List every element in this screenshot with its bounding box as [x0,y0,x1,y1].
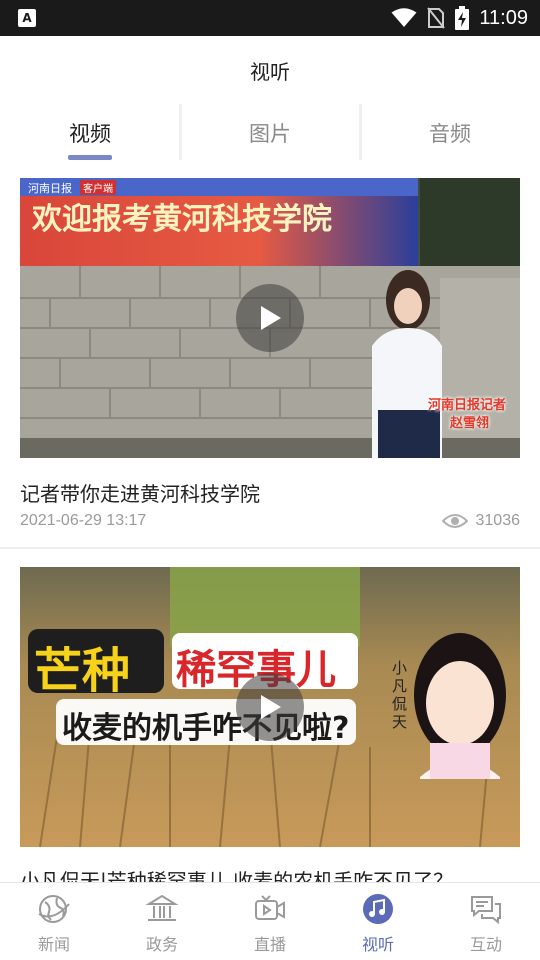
status-time: 11:09 [479,6,528,29]
no-sim-icon [427,7,446,29]
nav-item-news[interactable]: 新闻 [0,883,108,960]
video-title[interactable]: 记者带你走进黄河科技学院 [20,478,260,507]
tab-divider [359,104,362,160]
government-building-icon [144,891,180,927]
thumbnail-reporter-line1: 河南日报记者 [428,398,507,413]
tab-video[interactable]: 视频 [0,104,180,162]
nav-label-live: 直播 [253,935,286,954]
play-button[interactable] [236,284,304,352]
video-thumbnail[interactable]: 欢迎报考黄河科技学院 河南日报 客户端 河南日报记者 赵雪翎 [20,178,520,458]
video-title[interactable]: 小凡侃天|芒种稀罕事儿 收麦的农机手咋不见了？ [20,865,453,882]
nav-item-audiovisual[interactable]: 视听 [324,883,432,960]
thumbnail-banner-text: 欢迎报考黄河科技学院 [32,202,332,237]
video-thumbnail[interactable]: 芒种 稀罕事儿 收麦的机手咋不见啦? 小凡侃天 [20,567,520,847]
music-note-icon [360,891,396,927]
video-views: 31036 [441,512,521,530]
video-card[interactable]: 芒种 稀罕事儿 收麦的机手咋不见啦? 小凡侃天 小凡侃天|芒种稀罕事儿 收麦的农… [0,567,540,882]
tab-audio[interactable]: 音频 [360,104,540,162]
feed-divider [0,547,540,549]
chat-bubbles-icon [468,891,504,927]
play-icon [261,695,281,719]
tab-pictures-label: 图片 [249,122,291,146]
page-title: 视听 [250,59,290,84]
status-icons: 11:09 [391,0,528,36]
video-feed[interactable]: 欢迎报考黄河科技学院 河南日报 客户端 河南日报记者 赵雪翎 记者带你走进黄河科… [0,162,540,882]
app-notification-letter: A [22,11,32,25]
media-tabs: 视频 图片 音频 [0,104,540,162]
tab-audio-label: 音频 [429,122,471,146]
nav-label-interaction: 互动 [469,935,502,954]
video-date: 2021-06-29 13:17 [20,512,147,529]
thumbnail-reporter-line2: 赵雪翎 [450,416,490,431]
video-card[interactable]: 欢迎报考黄河科技学院 河南日报 客户端 河南日报记者 赵雪翎 记者带你走进黄河科… [0,178,540,548]
video-view-count: 31036 [475,512,521,529]
app-notification-icon: A [18,9,36,27]
play-icon [261,306,281,330]
tab-pictures[interactable]: 图片 [180,104,360,162]
battery-charging-icon [455,6,470,30]
nav-label-news: 新闻 [37,935,70,954]
play-button[interactable] [236,673,304,741]
nav-label-audiovisual: 视听 [361,935,394,954]
thumbnail-word-1: 芒种 [34,643,131,699]
thumbnail-side-text: 小凡侃天 [392,659,408,731]
bottom-navigation: 新闻 政务 直播 视听 互动 [0,882,540,960]
thumbnail-subtitle: 收麦的机手咋不见啦? [62,711,350,746]
thumbnail-source-text: 河南日报 [28,182,72,195]
thumbnail-source-tag: 客户端 [80,180,116,195]
nav-item-government[interactable]: 政务 [108,883,216,960]
page-header: 视听 [0,36,540,104]
globe-icon [36,891,72,927]
wifi-icon [391,8,417,27]
tab-video-label: 视频 [69,122,111,146]
nav-item-interaction[interactable]: 互动 [432,883,540,960]
live-video-icon [252,891,288,927]
status-bar: A 11:09 [0,0,540,36]
video-meta: 2021-06-29 13:17 31036 [20,512,520,530]
nav-label-government: 政务 [145,935,178,954]
active-tab-indicator [68,155,112,160]
nav-item-live[interactable]: 直播 [216,883,324,960]
eye-icon [441,514,468,528]
tab-divider [179,104,182,160]
